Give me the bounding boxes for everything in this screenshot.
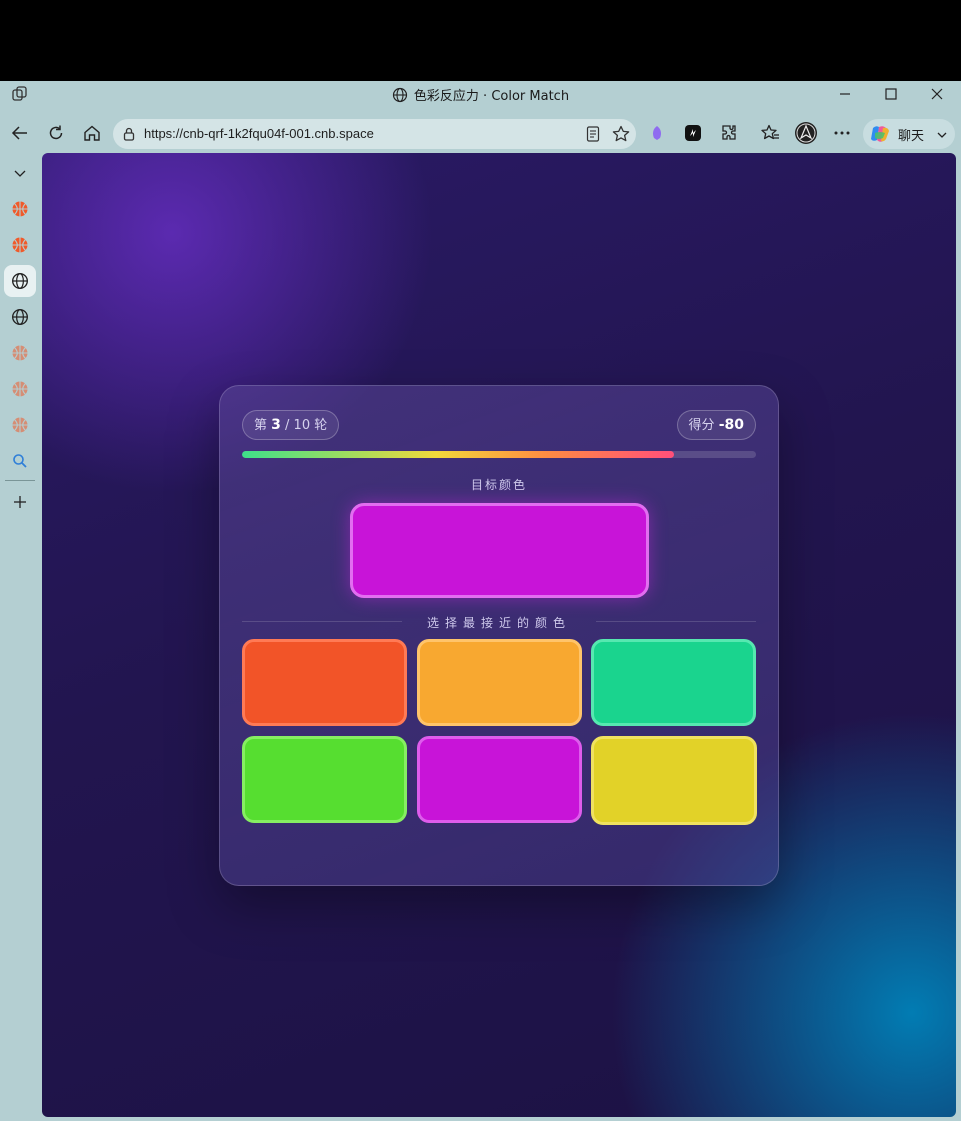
home-icon[interactable] xyxy=(81,122,103,144)
tab-globe-active-icon[interactable] xyxy=(4,265,36,297)
title-bar: 色彩反应力 · Color Match xyxy=(0,81,961,106)
score-value: -80 xyxy=(718,417,744,433)
color-option-2[interactable] xyxy=(417,639,582,726)
color-option-5[interactable] xyxy=(417,736,582,823)
tab-search-icon[interactable] xyxy=(4,445,36,477)
extension-purple-icon[interactable] xyxy=(646,122,668,144)
color-option-4[interactable] xyxy=(242,736,407,823)
reader-mode-icon[interactable] xyxy=(585,125,601,147)
tab-basketball-icon[interactable] xyxy=(4,337,36,369)
target-color-label: 目标颜色 xyxy=(470,478,527,492)
color-option-1[interactable] xyxy=(242,639,407,726)
new-tab-plus-icon[interactable] xyxy=(4,486,36,518)
game-card: 第 3 / 10 轮 得分 -80 目标颜色 选择最接近的颜色 xyxy=(219,385,779,886)
refresh-icon[interactable] xyxy=(45,122,67,144)
copilot-label: 聊天 xyxy=(898,129,925,144)
target-color-swatch xyxy=(350,503,649,598)
round-progress-bar xyxy=(242,451,756,458)
color-options-grid xyxy=(242,639,758,827)
copilot-icon xyxy=(869,124,891,148)
address-bar[interactable]: https://cnb-qrf-1k2fqu04f-001.cnb.space xyxy=(113,119,636,149)
favorites-icon[interactable] xyxy=(759,122,781,144)
color-option-3[interactable] xyxy=(591,639,756,726)
profile-avatar-icon[interactable] xyxy=(794,121,818,145)
browser-toolbar: https://cnb-qrf-1k2fqu04f-001.cnb.space xyxy=(0,116,961,150)
round-progress-fill xyxy=(242,451,674,458)
page-viewport: 第 3 / 10 轮 得分 -80 目标颜色 选择最接近的颜色 xyxy=(42,153,956,1117)
round-prefix: 第 xyxy=(254,418,268,433)
tab-globe-icon[interactable] xyxy=(4,301,36,333)
lock-icon[interactable] xyxy=(122,126,136,146)
extensions-puzzle-icon[interactable] xyxy=(718,122,740,144)
favorite-star-icon[interactable] xyxy=(611,124,631,148)
choose-divider: 选择最接近的颜色 xyxy=(242,614,756,630)
back-icon[interactable] xyxy=(9,122,31,144)
minimize-icon[interactable] xyxy=(836,85,854,103)
round-suffix: / 10 轮 xyxy=(285,418,328,433)
round-current: 3 xyxy=(271,417,281,433)
tab-basketball-icon[interactable] xyxy=(4,193,36,225)
score-label: 得分 xyxy=(688,418,715,433)
maximize-icon[interactable] xyxy=(882,85,900,103)
choose-color-label: 选择最接近的颜色 xyxy=(426,616,571,630)
sidebar-divider xyxy=(5,480,35,481)
tab-basketball-icon[interactable] xyxy=(4,229,36,261)
url-text[interactable]: https://cnb-qrf-1k2fqu04f-001.cnb.space xyxy=(144,126,374,141)
color-option-6[interactable] xyxy=(591,736,757,825)
browser-window: 色彩反应力 · Color Match https://cnb-qrf-1k2f… xyxy=(0,81,961,1121)
copilot-chat-button[interactable]: 聊天 xyxy=(863,119,955,149)
globe-icon xyxy=(392,87,408,103)
window-title: 色彩反应力 · Color Match xyxy=(0,85,961,104)
screen: 色彩反应力 · Color Match https://cnb-qrf-1k2f… xyxy=(0,0,961,1121)
more-menu-icon[interactable] xyxy=(831,122,853,144)
collapse-tabs-chevron-icon[interactable] xyxy=(4,157,36,189)
vertical-tab-sidebar xyxy=(0,153,40,1121)
close-icon[interactable] xyxy=(928,85,946,103)
chevron-down-icon[interactable] xyxy=(935,127,949,146)
score-indicator: 得分 -80 xyxy=(676,410,756,440)
tab-basketball-icon[interactable] xyxy=(4,373,36,405)
extension-dark-icon[interactable] xyxy=(682,122,704,144)
tab-basketball-icon[interactable] xyxy=(4,409,36,441)
round-indicator: 第 3 / 10 轮 xyxy=(242,410,340,440)
tab-title: 色彩反应力 · Color Match xyxy=(413,89,570,104)
